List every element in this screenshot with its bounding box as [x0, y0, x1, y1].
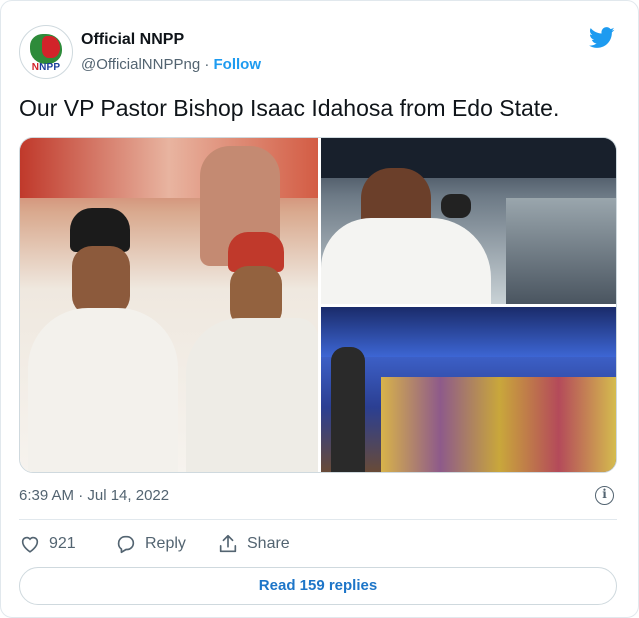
- timestamp[interactable]: 6:39 AM · Jul 14, 2022: [19, 487, 169, 504]
- photo1-white-robe-left: [28, 308, 178, 472]
- divider: [19, 519, 617, 520]
- share-button[interactable]: Share: [217, 531, 290, 557]
- handle-separator: ·: [200, 56, 214, 73]
- reply-bubble-icon: [117, 535, 135, 554]
- photo2-crowd: [506, 198, 616, 304]
- media-grid: [19, 137, 617, 473]
- avatar[interactable]: NNPP: [19, 25, 73, 79]
- photo2-ceiling: [321, 138, 616, 178]
- avatar-map-accent: [42, 36, 60, 58]
- share-upload-icon: [219, 534, 237, 553]
- account-name[interactable]: Official NNPP: [81, 31, 184, 49]
- account-handle[interactable]: @OfficialNNPPng: [81, 56, 200, 73]
- like-count: 921: [49, 535, 76, 552]
- avatar-logo-text: NNPP: [31, 62, 61, 73]
- photo-seated-men[interactable]: [20, 138, 318, 472]
- twitter-bird-icon[interactable]: [589, 27, 615, 49]
- photo3-blue-ceiling: [321, 307, 616, 357]
- handle-row: @OfficialNNPPng · Follow: [81, 56, 261, 73]
- read-replies-button[interactable]: Read 159 replies: [19, 567, 617, 605]
- photo-church-congregation[interactable]: [321, 307, 616, 472]
- reply-button[interactable]: Reply: [115, 531, 186, 557]
- info-icon[interactable]: i: [595, 486, 614, 505]
- photo2-microphone: [441, 194, 471, 218]
- tweet-text: Our VP Pastor Bishop Isaac Idahosa from …: [19, 95, 560, 121]
- heart-icon: [21, 536, 39, 553]
- follow-button[interactable]: Follow: [214, 56, 262, 73]
- photo1-face-left: [72, 246, 130, 316]
- tweet-card: NNPP Official NNPP @OfficialNNPPng · Fol…: [0, 0, 639, 618]
- like-button[interactable]: 921: [19, 531, 76, 557]
- photo-preacher-microphone[interactable]: [321, 138, 616, 304]
- photo2-white-shirt: [321, 218, 491, 304]
- reply-label: Reply: [145, 535, 186, 552]
- photo3-congregation: [381, 377, 616, 472]
- photo3-speaker-figure: [331, 347, 365, 472]
- photo1-white-robe-right: [186, 318, 318, 472]
- share-label: Share: [247, 535, 290, 552]
